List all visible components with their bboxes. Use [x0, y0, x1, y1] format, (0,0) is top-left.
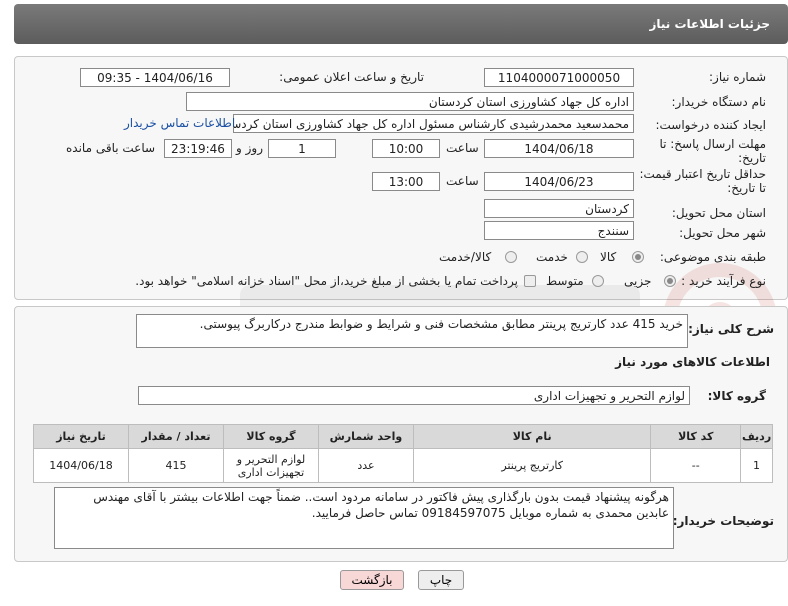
category-option-service: خدمت — [536, 250, 568, 264]
page-header: جزئیات اطلاعات نیاز — [14, 4, 788, 44]
cell-need-date: 1404/06/18 — [33, 448, 129, 483]
category-label: طبقه بندی موضوعی: — [659, 250, 766, 264]
cell-row: 1 — [740, 448, 773, 483]
requester-label: ایجاد کننده درخواست: — [655, 118, 766, 132]
col-code: کد کالا — [650, 424, 742, 449]
deadline-time-label: ساعت — [446, 141, 479, 155]
purchase-radio-medium[interactable] — [592, 275, 604, 287]
print-button[interactable]: چاپ — [418, 570, 464, 590]
summary-textarea[interactable]: خرید 415 عدد کارتریج پرینتر مطابق مشخصات… — [136, 314, 688, 348]
goods-group-label: گروه کالا: — [707, 389, 766, 403]
price-validity-label-1: حداقل تاریخ اعتبار قیمت: — [639, 167, 766, 181]
table-row: 1 -- کارتریج پرینتر عدد لوازم التحریر و … — [33, 448, 773, 483]
col-unit: واحد شمارش — [317, 424, 414, 449]
treasury-checkbox[interactable] — [524, 275, 536, 287]
back-button[interactable]: بازگشت — [340, 570, 404, 590]
summary-label: شرح کلی نیاز: — [688, 322, 774, 336]
deadline-label-2: تاریخ: — [738, 151, 766, 165]
deadline-days-label: روز و — [236, 141, 263, 155]
need-number-label: شماره نیاز: — [709, 70, 766, 84]
announce-field: 1404/06/16 - 09:35 — [80, 68, 230, 87]
need-number-field: 1104000071000050 — [484, 68, 634, 87]
buyer-org-label: نام دستگاه خریدار: — [671, 95, 767, 109]
deadline-time-field: 10:00 — [372, 139, 440, 158]
purchase-radio-minor[interactable] — [664, 275, 676, 287]
remaining-time-field: 23:19:46 — [164, 139, 232, 158]
category-radio-service[interactable] — [576, 251, 588, 263]
cell-group: لوازم التحریر و تجهیزات اداری — [222, 448, 319, 483]
col-group: گروه کالا — [222, 424, 319, 449]
cell-quantity: 415 — [128, 448, 224, 483]
province-label: استان محل تحویل: — [671, 206, 766, 220]
col-name: نام کالا — [412, 424, 652, 449]
cell-unit: عدد — [317, 448, 414, 483]
purchase-option-minor: جزیی — [624, 274, 652, 288]
buyer-notes-label: توضیحات خریدار: — [672, 514, 774, 528]
price-validity-time-field: 13:00 — [372, 172, 440, 191]
announce-label: تاریخ و ساعت اعلان عمومی: — [279, 70, 424, 84]
goods-section-title: اطلاعات کالاهای مورد نیاز — [615, 355, 770, 369]
category-radio-both[interactable] — [505, 251, 517, 263]
goods-group-field: لوازم التحریر و تجهیزات اداری — [138, 386, 690, 405]
price-validity-time-label: ساعت — [446, 174, 479, 188]
buyer-org-field: اداره کل جهاد کشاورزی استان کردستان — [186, 92, 634, 111]
purchase-option-medium: متوسط — [546, 274, 584, 288]
requester-field: محمدسعید محمدرشیدی کارشناس مسئول اداره ک… — [233, 114, 634, 133]
deadline-label-1: مهلت ارسال پاسخ: تا — [659, 137, 766, 151]
purchase-type-label: نوع فرآیند خرید : — [681, 274, 766, 288]
category-option-both: کالا/خدمت — [439, 250, 492, 264]
treasury-payment-note: پرداخت تمام یا بخشی از مبلغ خرید،از محل … — [135, 274, 518, 288]
deadline-date-field: 1404/06/18 — [484, 139, 634, 158]
col-quantity: تعداد / مقدار — [128, 424, 224, 449]
category-radio-goods[interactable] — [632, 251, 644, 263]
goods-table: ردیف کد کالا نام کالا واحد شمارش گروه کا… — [33, 424, 773, 483]
buyer-contact-link[interactable]: اطلاعات تماس خریدار — [124, 116, 235, 130]
col-row: ردیف — [740, 424, 773, 449]
category-option-goods: کالا — [600, 250, 617, 264]
goods-table-header: ردیف کد کالا نام کالا واحد شمارش گروه کا… — [33, 424, 773, 449]
price-validity-label-2: تا تاریخ: — [727, 181, 766, 195]
cell-name: کارتریج پرینتر — [412, 448, 652, 483]
col-need-date: تاریخ نیاز — [33, 424, 129, 449]
page-title: جزئیات اطلاعات نیاز — [649, 17, 770, 31]
remaining-time-label: ساعت باقی مانده — [66, 141, 156, 155]
deadline-days-field: 1 — [268, 139, 336, 158]
buyer-notes-textarea[interactable]: هرگونه پیشنهاد قیمت بدون بارگذاری پیش فا… — [54, 487, 674, 549]
city-field: سنندج — [484, 221, 634, 240]
province-field: کردستان — [484, 199, 634, 218]
cell-code: -- — [650, 448, 742, 483]
price-validity-date-field: 1404/06/23 — [484, 172, 634, 191]
city-label: شهر محل تحویل: — [679, 226, 766, 240]
